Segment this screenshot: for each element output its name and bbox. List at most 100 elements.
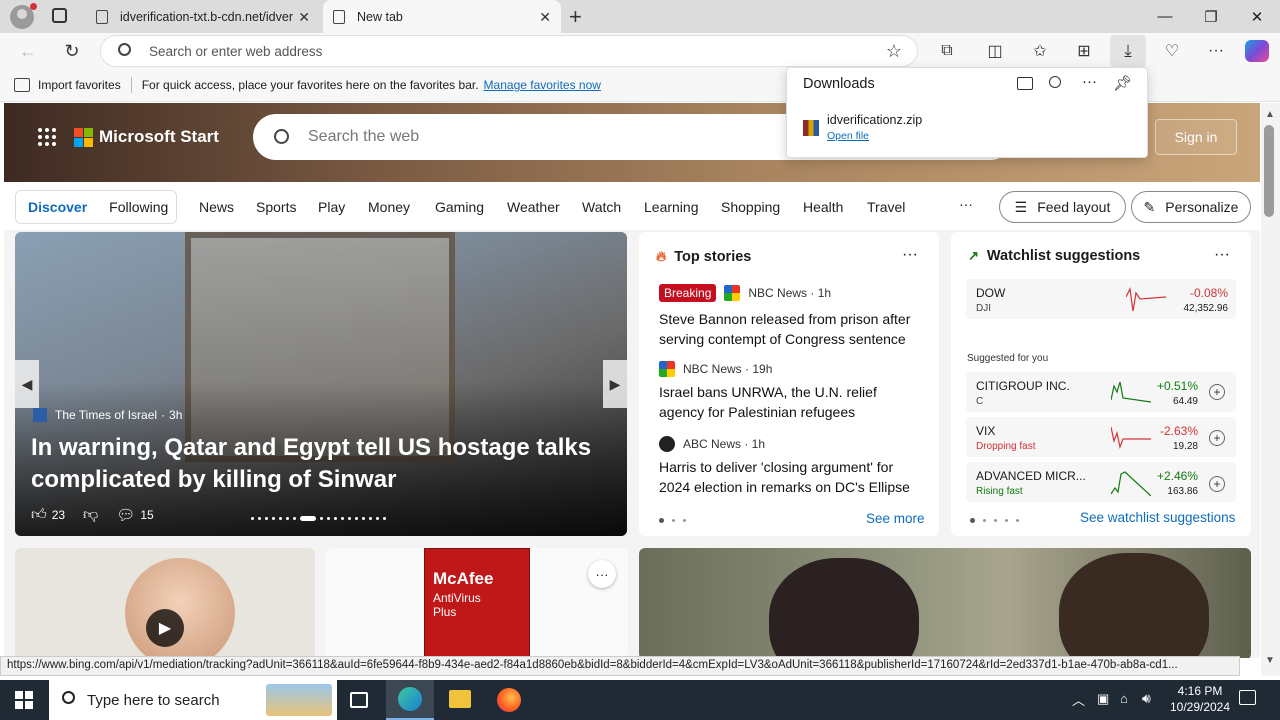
pin-icon[interactable]: 📌︎ [1113, 74, 1132, 92]
nav-learning[interactable]: Learning [644, 199, 699, 215]
pager-dots[interactable] [659, 518, 686, 523]
story-title[interactable]: Steve Bannon released from prison after … [659, 309, 924, 349]
search-highlight-icon[interactable] [266, 684, 332, 716]
nav-play[interactable]: Play [318, 199, 345, 215]
back-icon[interactable]: ← [14, 38, 42, 64]
story-meta: NBC News · 1h [748, 286, 832, 300]
nav-sports[interactable]: Sports [256, 199, 296, 215]
minimize-icon[interactable]: — [1142, 0, 1188, 33]
tab-discover[interactable]: Discover [28, 199, 87, 215]
nav-travel[interactable]: Travel [867, 199, 905, 215]
manage-favorites-link[interactable]: Manage favorites now [484, 78, 601, 92]
address-bar[interactable]: Search or enter web address [100, 35, 918, 67]
personalize-button[interactable]: ✎ Personalize [1131, 191, 1251, 223]
carousel-next-button[interactable]: ▶ [603, 360, 627, 408]
carousel-prev-button[interactable]: ◀ [15, 360, 39, 408]
open-file-link[interactable]: Open file [827, 130, 869, 142]
pager-dots[interactable] [970, 518, 1019, 523]
feed-layout-button[interactable]: ☰ Feed layout [999, 191, 1126, 223]
open-folder-icon[interactable] [1017, 77, 1033, 90]
stock-row-amd[interactable]: ADVANCED MICR... Rising fast +2.46% 163.… [966, 462, 1236, 502]
scroll-thumb[interactable] [1264, 125, 1274, 217]
page-scrollbar[interactable]: ▲ ▼ [1261, 103, 1280, 676]
add-vix-icon[interactable]: + [1209, 430, 1225, 446]
clock[interactable]: 4:16 PM 10/29/2024 [1166, 683, 1234, 715]
favorites-icon[interactable]: ✩ [1026, 38, 1054, 64]
downloads-panel: Downloads ··· 📌︎ idverificationz.zip Ope… [786, 67, 1148, 158]
more-options-icon[interactable]: ··· [588, 560, 616, 588]
like-icon[interactable]: 👍︎ [31, 506, 47, 524]
nav-shopping[interactable]: Shopping [721, 199, 780, 215]
settings-more-icon[interactable]: ··· [1202, 38, 1230, 64]
play-icon[interactable]: ▶ [146, 609, 184, 647]
more-options-icon[interactable]: ··· [1214, 246, 1230, 264]
nav-news[interactable]: News [199, 199, 234, 215]
close-tab-icon[interactable]: ✕ [298, 9, 310, 26]
more-options-icon[interactable]: ··· [1082, 73, 1097, 90]
search-icon[interactable] [1049, 76, 1061, 88]
browser-essentials-icon[interactable]: ♡ [1158, 38, 1186, 64]
scroll-down-icon[interactable]: ▼ [1265, 655, 1275, 666]
hero-carousel[interactable]: ◀ ▶ The Times of Israel · 3h In warning,… [15, 232, 627, 536]
tab-label: idverification-txt.b-cdn.net/idver [120, 9, 293, 24]
profile-icon[interactable] [10, 3, 37, 29]
file-explorer-icon[interactable] [449, 690, 471, 708]
see-watchlist-link[interactable]: See watchlist suggestions [1080, 510, 1235, 525]
split-screen-icon[interactable]: ◫ [981, 38, 1009, 64]
add-citigroup-icon[interactable]: + [1209, 384, 1225, 400]
volume-icon[interactable]: 🔊︎ [1142, 690, 1151, 707]
tab-following[interactable]: Following [109, 199, 168, 215]
nav-weather[interactable]: Weather [507, 199, 560, 215]
close-window-icon[interactable]: ✕ [1234, 0, 1280, 33]
start-button[interactable] [0, 680, 48, 720]
nav-money[interactable]: Money [368, 199, 410, 215]
restore-icon[interactable]: ❐ [1188, 0, 1234, 33]
scroll-up-icon[interactable]: ▲ [1265, 109, 1275, 120]
nav-health[interactable]: Health [803, 199, 843, 215]
downloads-icon[interactable]: ⤓ [1110, 35, 1146, 67]
ad-card[interactable]: McAfee AntiVirus Plus ··· [326, 548, 628, 658]
import-favorites-button[interactable]: Import favorites [38, 78, 121, 92]
sign-in-button[interactable]: Sign in [1155, 119, 1237, 155]
refresh-icon[interactable]: ↻ [58, 38, 86, 64]
new-tab-icon[interactable]: + [569, 4, 582, 30]
tray-chevron-icon[interactable]: ︿ [1072, 690, 1085, 709]
brand[interactable]: Microsoft Start [38, 127, 219, 147]
tab-idverification[interactable]: idverification-txt.b-cdn.net/idver ✕ [86, 0, 320, 33]
top-stories-title: Top stories [674, 248, 752, 265]
hero-title[interactable]: In warning, Qatar and Egypt tell US host… [31, 432, 611, 496]
add-amd-icon[interactable]: + [1209, 476, 1225, 492]
tray-device-icon[interactable]: ▣ [1097, 691, 1109, 707]
divider [130, 77, 132, 93]
task-view-icon[interactable] [350, 692, 368, 708]
nav-more[interactable]: ··· [959, 196, 973, 212]
nav-gaming[interactable]: Gaming [435, 199, 484, 215]
tab-new-tab[interactable]: New tab ✕ [323, 0, 561, 33]
story-title[interactable]: Israel bans UNRWA, the U.N. relief agenc… [659, 382, 924, 422]
dislike-icon[interactable]: 👎︎ [83, 506, 98, 524]
collections-icon[interactable]: ⊞ [1070, 38, 1098, 64]
app-launcher-icon[interactable] [38, 128, 56, 146]
download-file-name[interactable]: idverificationz.zip [827, 113, 922, 127]
more-options-icon[interactable]: ··· [902, 246, 918, 264]
edge-taskbar-icon[interactable] [386, 680, 434, 720]
stock-row-citigroup[interactable]: CITIGROUP INC. C +0.51% 64.49 [966, 372, 1236, 412]
hero-source: The Times of Israel · 3h [33, 408, 182, 422]
network-icon[interactable]: ⌂ [1120, 691, 1128, 706]
video-card[interactable]: ▶ [15, 548, 315, 658]
comment-icon[interactable]: 💬︎ [116, 506, 135, 524]
firefox-icon[interactable] [497, 688, 521, 712]
notifications-icon[interactable] [1239, 690, 1256, 705]
copilot-icon[interactable] [1245, 40, 1269, 62]
photo-card[interactable] [639, 548, 1251, 658]
stock-row-dow[interactable]: DOW DJI -0.08% 42,352.96 [966, 279, 1236, 319]
tab-actions-icon[interactable] [52, 8, 67, 23]
extensions-icon[interactable]: ⧉ [933, 38, 961, 64]
stock-row-vix[interactable]: VIX Dropping fast -2.63% 19.28 [966, 417, 1236, 457]
story-title[interactable]: Harris to deliver 'closing argument' for… [659, 457, 924, 497]
nav-watch[interactable]: Watch [582, 199, 621, 215]
see-more-link[interactable]: See more [866, 511, 925, 526]
favorite-star-icon[interactable]: ☆ [880, 38, 908, 64]
carousel-dots[interactable] [251, 516, 386, 521]
close-tab-icon[interactable]: ✕ [539, 9, 551, 26]
